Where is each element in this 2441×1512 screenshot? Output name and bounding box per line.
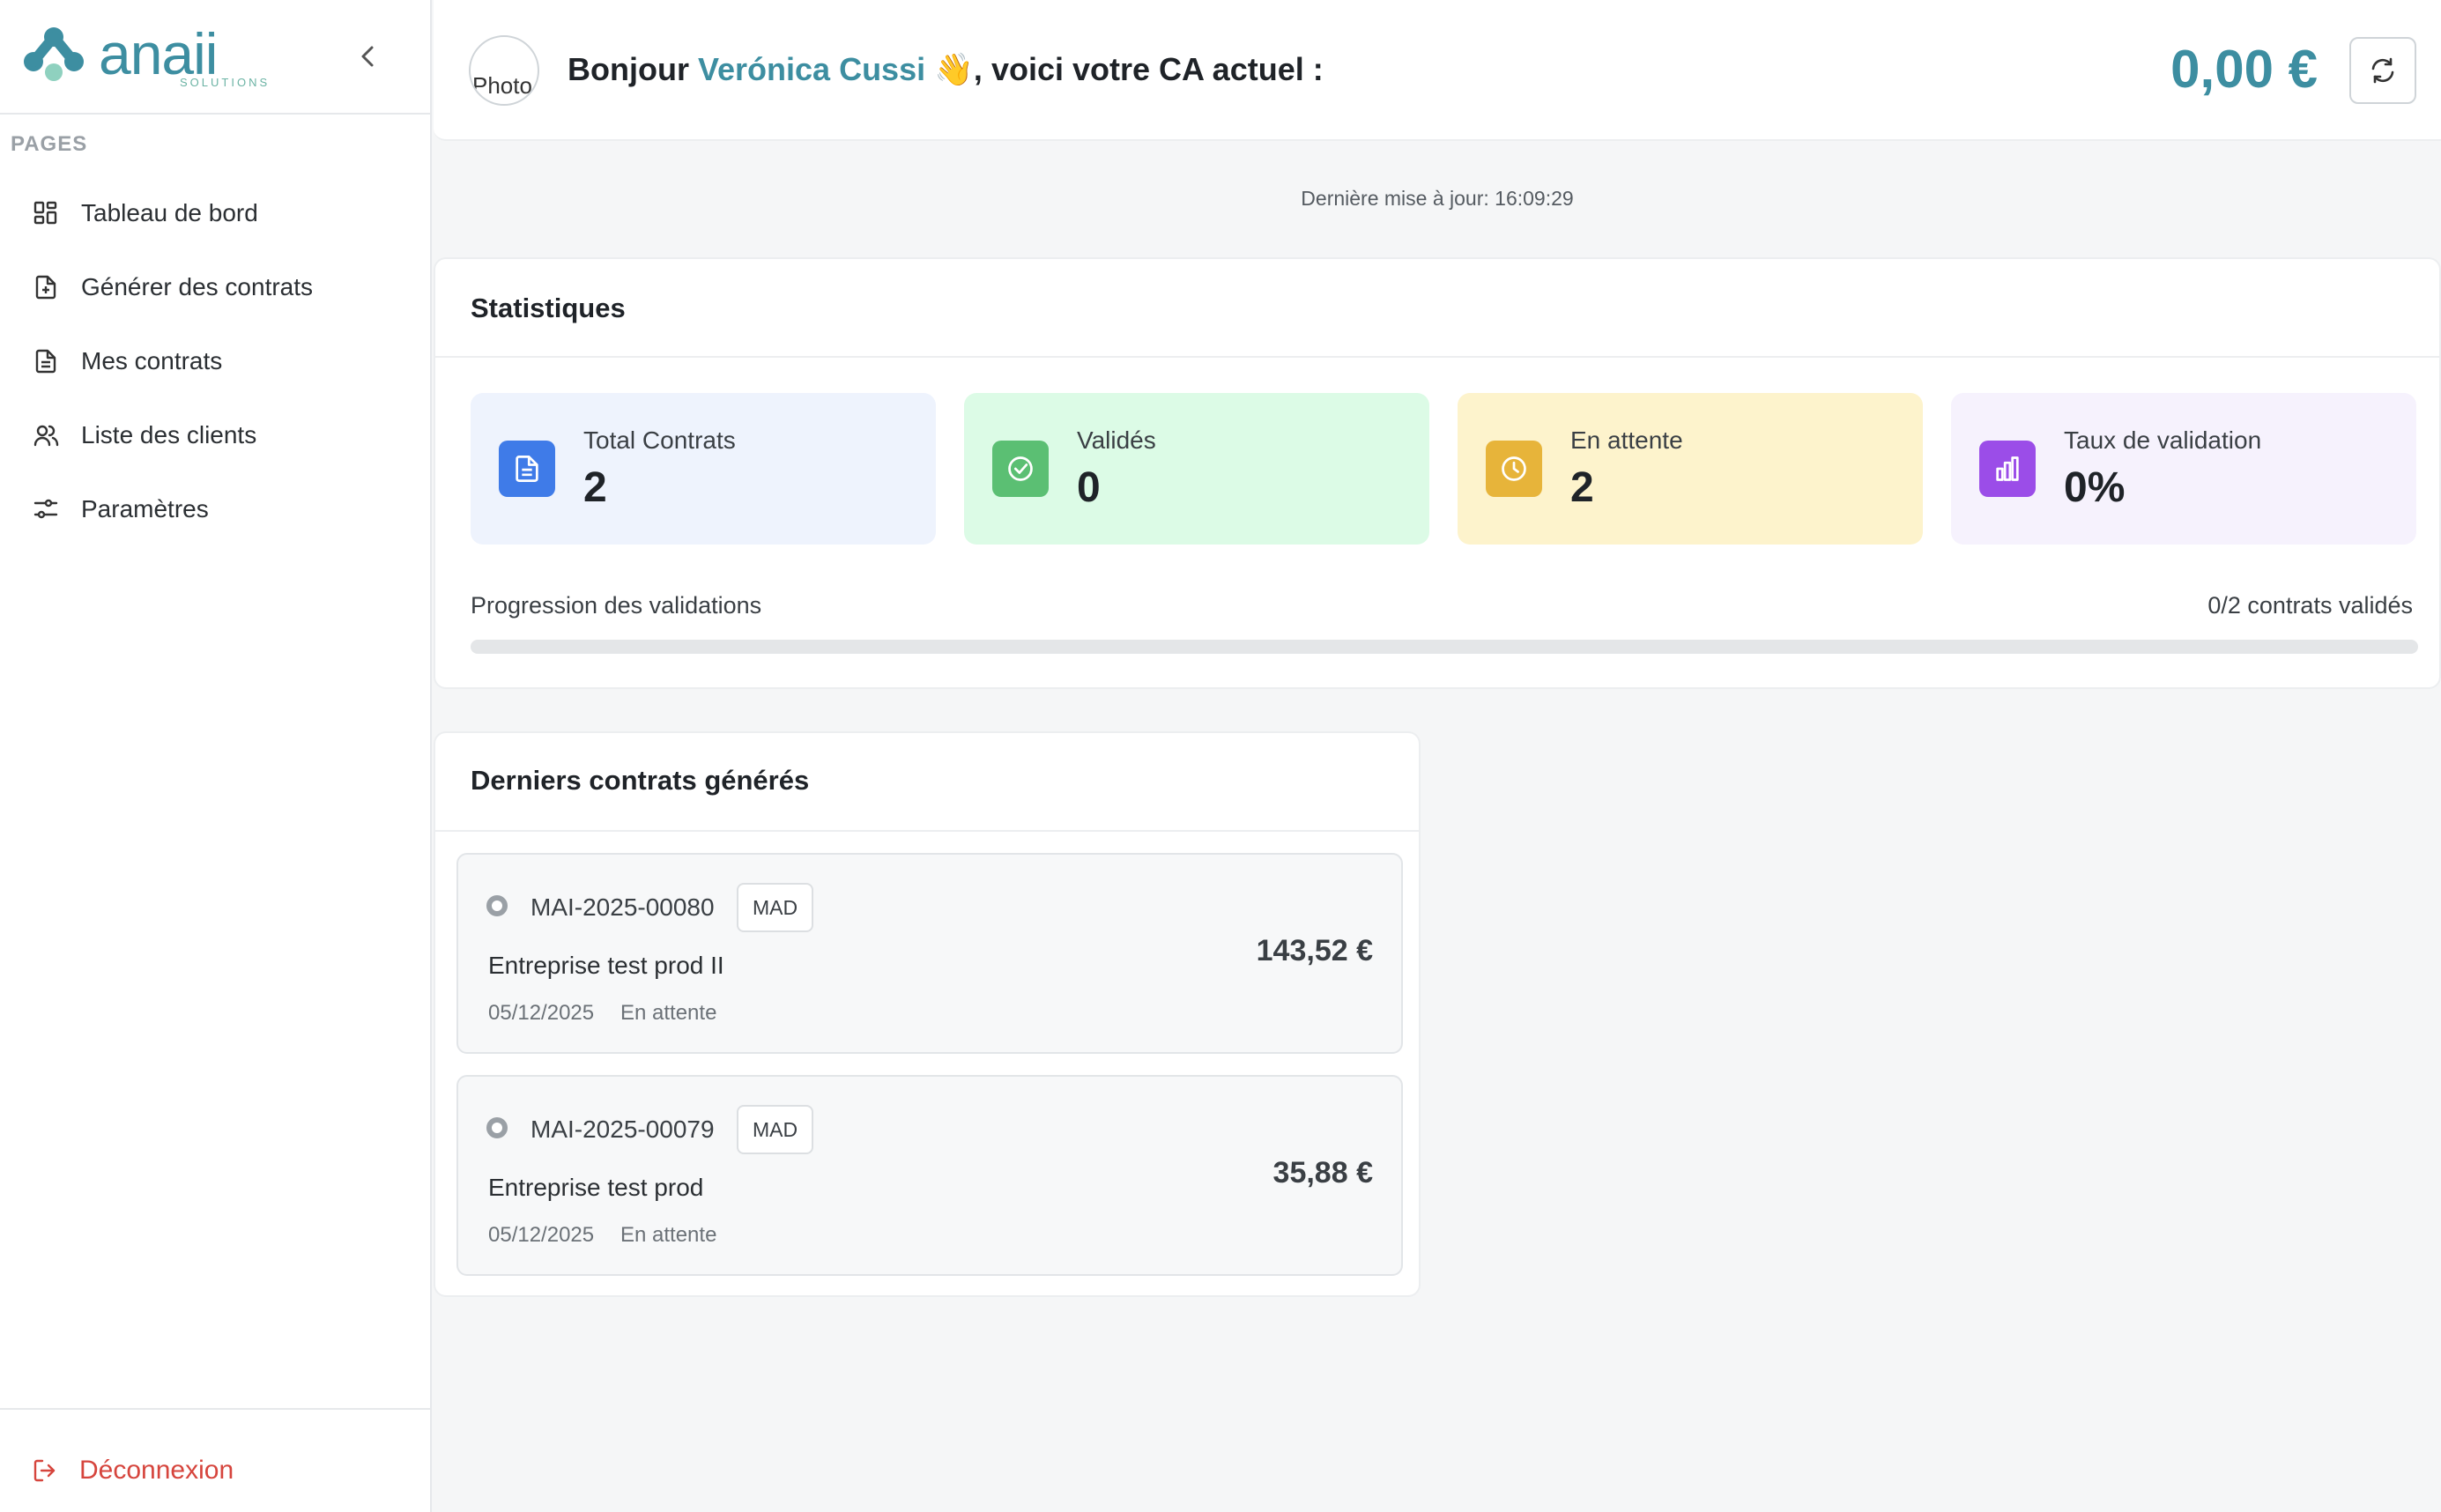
stat-value: 2 [583,464,607,511]
stat-card-pending: En attente 2 [1458,393,1923,545]
contract-amount: 143,52 € [1256,934,1373,967]
stat-card-validated: Validés 0 [964,393,1429,545]
refresh-icon [2371,57,2394,84]
statistics-card: Statistiques Total Contrats 2 Validés 0 … [434,257,2441,689]
dashboard-icon [32,199,60,227]
contract-row[interactable]: MAI-2025-00079 MAD Entreprise test prod … [456,1075,1403,1276]
document-icon [499,441,555,497]
contract-client: Entreprise test prod [488,1174,704,1201]
stat-value: 0% [2064,464,2126,511]
user-name: Verónica Cussi [697,51,926,87]
stat-label: Total Contrats [583,426,736,454]
sidebar-item-dashboard[interactable]: Tableau de bord [0,176,430,250]
contract-date: 05/12/2025 [488,1001,595,1025]
stat-label: Validés [1077,426,1156,454]
sidebar-nav: Tableau de bord Générer des contrats Mes… [0,176,430,546]
contract-reference: MAI-2025-00079 [530,1115,715,1143]
greeting: Bonjour Verónica Cussi 👋, voici votre CA… [568,51,1324,88]
top-bar: Photo Bonjour Verónica Cussi 👋, voici vo… [434,0,2441,141]
contract-date: 05/12/2025 [488,1223,595,1247]
refresh-button[interactable] [2349,37,2416,104]
stat-card-validation-rate: Taux de validation 0% [1951,393,2416,545]
logout-label: Déconnexion [79,1456,234,1485]
sidebar-item-label: Mes contrats [81,347,223,374]
contract-type-badge: MAD [737,1105,814,1154]
contract-amount: 35,88 € [1272,1156,1373,1190]
contract-status: En attente [620,1001,717,1025]
greeting-suffix: 👋, voici votre CA actuel : [925,51,1324,87]
chevron-left-icon [361,46,374,67]
sidebar-item-generate-contracts[interactable]: Générer des contrats [0,250,430,324]
status-dot-icon [486,895,508,916]
brand-subtitle: SOLUTIONS [180,76,271,89]
sidebar-header: anaii SOLUTIONS [0,0,430,115]
users-icon [32,421,60,449]
progress-label: Progression des validations [471,592,762,619]
last-update-text: Dernière mise à jour: 16:09:29 [1301,187,1574,210]
logout-button[interactable]: Déconnexion [32,1456,234,1486]
contract-row[interactable]: MAI-2025-00080 MAD Entreprise test prod … [456,853,1403,1054]
sidebar-item-label: Générer des contrats [81,273,314,300]
sidebar: anaii SOLUTIONS PAGES Tableau de bord Gé… [0,0,432,1512]
status-dot-icon [486,1117,508,1138]
file-text-icon [32,347,60,375]
stat-card-total: Total Contrats 2 [471,393,936,545]
revenue-amount: 0,00 € [2170,40,2318,99]
file-plus-icon [32,273,60,301]
settings-sliders-icon [32,495,60,523]
logo-mark-icon [24,27,84,81]
sidebar-item-label: Tableau de bord [81,199,258,226]
statistics-title: Statistiques [471,293,626,323]
greeting-prefix: Bonjour [568,51,698,87]
clock-icon [1486,441,1542,497]
sidebar-item-label: Paramètres [81,495,209,523]
sidebar-footer: Déconnexion [0,1408,430,1512]
logout-icon [33,1459,56,1482]
stat-value: 0 [1077,464,1101,511]
stat-label: Taux de validation [2064,426,2262,454]
progress-count: 0/2 contrats validés [2207,592,2413,619]
pages-section-label: PAGES [11,132,88,156]
collapse-sidebar-button[interactable] [351,39,386,74]
stat-value: 2 [1570,464,1594,511]
recent-contracts-card: Derniers contrats générés MAI-2025-00080… [434,731,1421,1297]
contract-status: En attente [620,1223,717,1247]
sidebar-item-clients[interactable]: Liste des clients [0,398,430,472]
check-circle-icon [992,441,1049,497]
sidebar-item-label: Liste des clients [81,421,257,448]
contract-client: Entreprise test prod II [488,952,724,979]
contract-reference: MAI-2025-00080 [530,893,715,921]
brand-name: anaii [99,21,218,86]
sidebar-item-my-contracts[interactable]: Mes contrats [0,324,430,398]
bar-chart-icon [1979,441,2036,497]
contract-type-badge: MAD [737,883,814,932]
sidebar-item-settings[interactable]: Paramètres [0,472,430,546]
recent-contracts-title: Derniers contrats générés [471,765,810,796]
validation-progress-bar [471,640,2418,654]
divider [435,830,1419,832]
avatar-alt-text: Photo [472,72,532,99]
stat-label: En attente [1570,426,1683,454]
avatar[interactable]: Photo [469,35,539,106]
divider [435,356,2439,358]
brand-logo[interactable]: anaii SOLUTIONS [23,21,267,89]
